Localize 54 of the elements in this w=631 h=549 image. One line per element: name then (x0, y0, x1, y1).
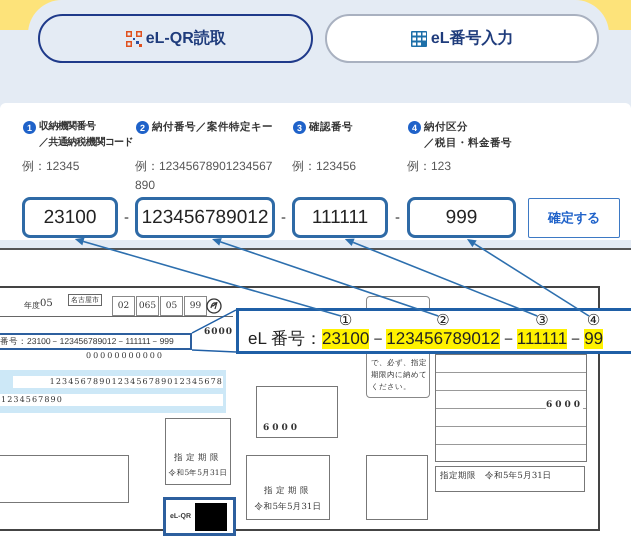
circled-number: ③ (535, 312, 549, 329)
dash-separator: - (395, 209, 400, 226)
code-cell: 065 (136, 296, 159, 316)
stamp-date: 令和5年5月31日 (254, 501, 322, 513)
step-number: 1 (23, 121, 36, 134)
highlighted-number: 23100 (322, 329, 370, 349)
el-number-text: 番号：23100－123456789012－111111－999 (0, 333, 192, 350)
stamp-box (366, 455, 428, 520)
example-text: 例：123 (407, 158, 452, 175)
dash-separator: － (567, 329, 584, 349)
year-label: 年度 (24, 300, 40, 311)
el-number-label: eL 番号： (248, 329, 322, 349)
inquiry-number: 00000000000 (86, 351, 164, 360)
grid-icon (410, 30, 428, 48)
dash-separator: － (369, 329, 386, 349)
stamp-title: 指定期限 (174, 452, 222, 464)
qr-code-icon (124, 30, 143, 48)
example-text: 例：12345 (22, 158, 80, 175)
year-value: 05 (40, 298, 53, 309)
step-number: 4 (408, 121, 421, 134)
field-label: 確認番号 (309, 120, 353, 135)
code-cell: 05 (160, 296, 183, 316)
code-cell: 99 (184, 296, 207, 316)
circled-number: ② (436, 312, 450, 329)
dash-separator: － (500, 329, 517, 349)
example-text: 例：12345678901234567890 (135, 158, 274, 194)
amount-text: 6000 (204, 327, 234, 337)
amount-text: 6000 (546, 400, 584, 410)
deadline-text: 指定期限 令和5年5月31日 (435, 466, 585, 492)
qr-code-placeholder (195, 502, 227, 530)
highlighted-number: 99 (584, 329, 604, 349)
step-number: 3 (293, 121, 306, 134)
circle-logo-icon (206, 298, 222, 314)
circled-number: ① (338, 312, 352, 329)
tab[interactable]: eL番号入力 (324, 14, 599, 63)
example-text: 例：123456 (292, 158, 358, 175)
dash-separator: - (124, 209, 129, 226)
input-field[interactable]: 123456789012 (135, 197, 275, 238)
stamp-title: 指定期限 (264, 485, 312, 497)
amount-text: 6000 (263, 423, 300, 433)
code-cell: 02 (112, 296, 135, 316)
circled-number: ④ (586, 312, 600, 329)
step-number: 2 (136, 121, 149, 134)
input-field[interactable]: 111111 (292, 197, 388, 238)
highlighted-number: 111111 (516, 329, 568, 349)
input-field[interactable]: 999 (407, 197, 516, 238)
field-label: 収納機関番号 ／共通納税機関コード (39, 120, 134, 150)
confirm-button[interactable]: 確定する (528, 198, 620, 238)
field-label: 納付区分 ／税目・料金番号 (424, 120, 512, 151)
dash-separator: - (281, 209, 286, 226)
input-field[interactable]: 23100 (22, 197, 118, 238)
highlighted-number: 123456789012 (386, 329, 500, 349)
field-label: 納付番号／案件特定キー (152, 120, 273, 135)
tab[interactable]: eL-QR読取 (38, 14, 312, 63)
